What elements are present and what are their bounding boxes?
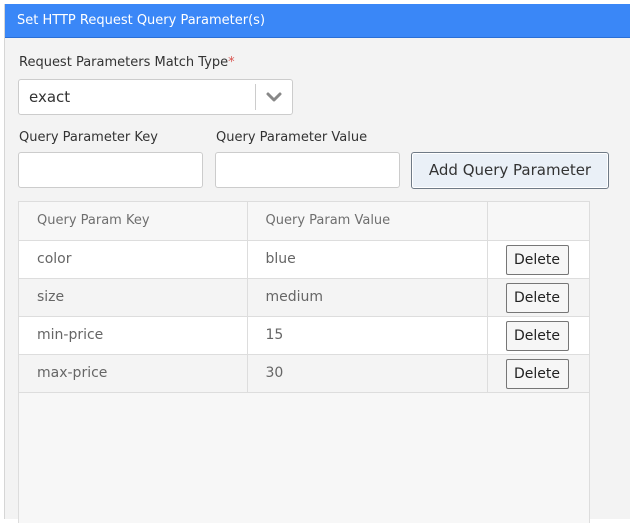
match-type-label-text: Request Parameters Match Type bbox=[19, 55, 229, 70]
param-value-cell: 30 bbox=[247, 354, 488, 393]
required-marker: * bbox=[228, 55, 235, 70]
match-type-select[interactable]: exact bbox=[18, 79, 293, 115]
table-row: color blue Delete bbox=[19, 240, 589, 279]
match-type-label: Request Parameters Match Type* bbox=[19, 55, 235, 70]
select-divider bbox=[255, 84, 256, 110]
delete-button[interactable]: Delete bbox=[505, 244, 569, 275]
delete-button[interactable]: Delete bbox=[505, 320, 569, 351]
table-row: size medium Delete bbox=[19, 278, 589, 317]
query-value-input[interactable] bbox=[215, 152, 400, 188]
delete-button[interactable]: Delete bbox=[505, 282, 569, 313]
actions-cell: Delete bbox=[487, 240, 589, 279]
delete-button[interactable]: Delete bbox=[505, 358, 569, 389]
table-row: max-price 30 Delete bbox=[19, 354, 589, 393]
table-header-row: Query Param Key Query Param Value bbox=[19, 202, 589, 241]
actions-cell: Delete bbox=[487, 278, 589, 317]
param-value-cell: medium bbox=[247, 278, 488, 317]
param-value-cell: blue bbox=[247, 240, 488, 279]
param-key-cell: size bbox=[19, 278, 248, 317]
query-params-table-container: Query Param Key Query Param Value color … bbox=[18, 201, 590, 523]
param-key-cell: min-price bbox=[19, 316, 248, 355]
param-key-cell: color bbox=[19, 240, 248, 279]
chevron-down-icon[interactable] bbox=[263, 87, 285, 107]
add-query-parameter-button[interactable]: Add Query Parameter bbox=[411, 152, 609, 189]
query-value-label: Query Parameter Value bbox=[216, 130, 368, 145]
query-key-label: Query Parameter Key bbox=[19, 130, 158, 145]
query-parameters-panel: Set HTTP Request Query Parameter(s) Requ… bbox=[4, 4, 630, 523]
column-header-value: Query Param Value bbox=[247, 202, 488, 241]
column-header-key: Query Param Key bbox=[19, 202, 248, 241]
panel-title: Set HTTP Request Query Parameter(s) bbox=[5, 4, 630, 38]
query-params-table: Query Param Key Query Param Value color … bbox=[19, 202, 589, 393]
param-value-cell: 15 bbox=[247, 316, 488, 355]
param-key-cell: max-price bbox=[19, 354, 248, 393]
table-row: min-price 15 Delete bbox=[19, 316, 589, 355]
column-header-actions bbox=[487, 202, 589, 241]
actions-cell: Delete bbox=[487, 316, 589, 355]
match-type-selected-value: exact bbox=[29, 88, 71, 106]
query-key-input[interactable] bbox=[18, 152, 203, 188]
actions-cell: Delete bbox=[487, 354, 589, 393]
